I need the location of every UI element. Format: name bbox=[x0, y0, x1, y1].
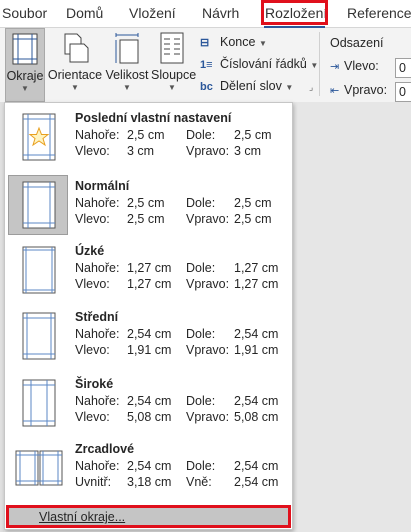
velikost-label: Velikost bbox=[105, 68, 149, 82]
tab-domu[interactable]: Domů bbox=[66, 5, 103, 21]
velikost-button[interactable]: Velikost ▼ bbox=[104, 28, 150, 102]
option-title: Úzké bbox=[75, 244, 105, 258]
margin-option-mirrored[interactable]: Zrcadlové Nahoře: 2,54 cm Dole: 2,54 cm … bbox=[5, 438, 292, 504]
chevron-down-icon: ▼ bbox=[168, 83, 176, 92]
orientation-icon bbox=[60, 32, 90, 69]
breaks-icon: ⊟ bbox=[200, 37, 210, 49]
margin-option-narrow[interactable]: Úzké Nahoře: 1,27 cm Dole: 1,27 cm Vlevo… bbox=[5, 240, 292, 306]
page-narrow-icon bbox=[8, 240, 68, 300]
okraje-label: Okraje bbox=[6, 69, 44, 83]
margin-option-normal[interactable]: Normální Nahoře: 2,5 cm Dole: 2,5 cm Vle… bbox=[5, 175, 292, 241]
page-mirrored-icon bbox=[8, 438, 68, 498]
deleni-button[interactable]: bc Dělení slov ▼ bbox=[200, 79, 293, 99]
sloupce-label: Sloupce bbox=[151, 68, 197, 82]
sloupce-button[interactable]: Sloupce ▼ bbox=[151, 28, 197, 102]
odsazeni-title: Odsazení bbox=[330, 36, 384, 50]
chevron-down-icon: ▼ bbox=[285, 83, 294, 92]
page-wide-icon bbox=[8, 373, 68, 433]
option-title: Zrcadlové bbox=[75, 442, 135, 456]
chevron-down-icon: ▼ bbox=[310, 61, 319, 70]
option-title: Široké bbox=[75, 377, 114, 391]
margin-option-last-custom[interactable]: Poslední vlastní nastavení Nahoře: 2,5 c… bbox=[5, 107, 292, 173]
custom-margins-button[interactable]: Vlastní okraje... bbox=[6, 505, 291, 528]
columns-icon bbox=[160, 32, 184, 69]
page-moderate-icon bbox=[8, 306, 68, 366]
orientace-label: Orientace bbox=[47, 68, 103, 82]
indent-left-input[interactable]: 0 bbox=[395, 58, 411, 78]
indent-right-icon: ⇤ bbox=[330, 85, 340, 97]
orientace-button[interactable]: Orientace ▼ bbox=[47, 28, 103, 102]
custom-margins-label: Vlastní okraje... bbox=[39, 510, 126, 524]
chevron-down-icon: ▼ bbox=[123, 83, 131, 92]
margins-dropdown: Poslední vlastní nastavení Nahoře: 2,5 c… bbox=[4, 102, 293, 530]
page-star-icon bbox=[8, 107, 68, 167]
margin-option-moderate[interactable]: Střední Nahoře: 2,54 cm Dole: 2,54 cm Vl… bbox=[5, 306, 292, 372]
cislovani-button[interactable]: 1≡ Číslování řádků ▼ bbox=[200, 57, 318, 77]
okraje-button[interactable]: Okraje ▼ bbox=[5, 28, 45, 102]
margins-icon bbox=[12, 33, 38, 70]
margin-option-wide[interactable]: Široké Nahoře: 2,54 cm Dole: 2,54 cm Vle… bbox=[5, 373, 292, 439]
hyphenation-icon: bc bbox=[200, 81, 213, 93]
tab-highlight-box bbox=[261, 0, 328, 25]
indent-right-row: ⇤ Vpravo: bbox=[330, 83, 388, 97]
option-title: Poslední vlastní nastavení bbox=[75, 111, 232, 125]
option-title: Střední bbox=[75, 310, 119, 324]
tab-soubor[interactable]: Soubor bbox=[2, 5, 47, 21]
page-size-icon bbox=[113, 32, 141, 69]
line-numbers-icon: 1≡ bbox=[200, 59, 213, 71]
chevron-down-icon: ▼ bbox=[258, 39, 267, 48]
tab-vlozeni[interactable]: Vložení bbox=[129, 5, 176, 21]
indent-left-icon: ⇥ bbox=[330, 61, 340, 73]
ribbon-layout-group: Okraje ▼ Orientace ▼ Velikost ▼ Sloupce … bbox=[0, 28, 411, 102]
tab-navrh[interactable]: Návrh bbox=[202, 5, 239, 21]
ribbon-tab-bar: Soubor Domů Vložení Návrh Rozložení Refe… bbox=[0, 0, 411, 29]
chevron-down-icon: ▼ bbox=[21, 84, 29, 93]
tab-reference[interactable]: Reference bbox=[347, 5, 411, 21]
chevron-down-icon: ▼ bbox=[71, 83, 79, 92]
konce-button[interactable]: ⊟ Konce ▼ bbox=[200, 35, 267, 55]
option-title: Normální bbox=[75, 179, 130, 193]
indent-left-row: ⇥ Vlevo: bbox=[330, 59, 379, 73]
indent-right-input[interactable]: 0 bbox=[395, 82, 411, 102]
ribbon-separator bbox=[319, 32, 320, 96]
page-normal-icon bbox=[8, 175, 68, 235]
dialog-launcher-icon[interactable]: ⌟ bbox=[309, 82, 313, 93]
